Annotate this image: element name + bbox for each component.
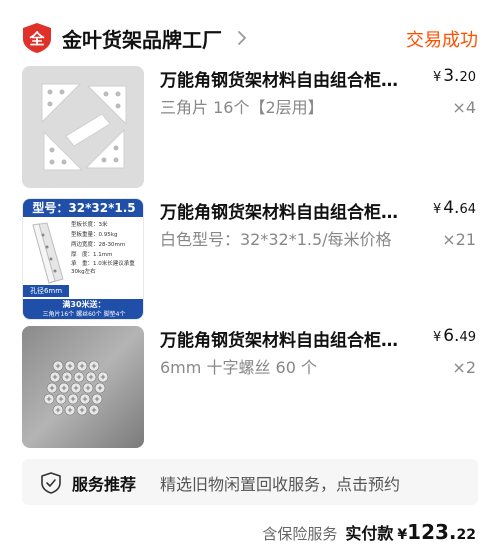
thumb-hole-label: 孔径6mm — [23, 285, 69, 297]
price-integer: 4. — [443, 198, 460, 218]
item-spec: 三角片 16个【2层用】 — [160, 98, 324, 117]
item-price: ¥4.64 — [433, 198, 476, 218]
shop-name[interactable]: 金叶货架品牌工厂 — [62, 24, 222, 53]
thumb-spec-table: 型板长度：3米 型板重量：0.95kg 两边宽度：28-30mm 厚 度：1.1… — [71, 220, 143, 276]
item-spec: 白色型号：32*32*1.5/每米价格 — [160, 230, 392, 249]
item-price: ¥6.49 — [433, 326, 476, 346]
currency-symbol: ¥ — [432, 70, 442, 85]
product-thumbnail-angle-steel[interactable]: 型号：32*32*1.5 型板长度：3米 型板重量：0.95kg 两边宽度：28… — [22, 198, 144, 320]
service-description[interactable]: 精选旧物闲置回收服务，点击预约 — [160, 471, 400, 495]
price-integer: 6. — [443, 326, 460, 346]
thumb-promo-line2: 三角片16个 螺丝60个 脚垫4个 — [42, 311, 126, 318]
thumb-spec-value: 0.95kg — [98, 232, 118, 238]
currency-symbol: ¥ — [432, 202, 442, 217]
item-title[interactable]: 万能角钢货架材料自由组合柜架配件 — [160, 198, 412, 224]
thumb-spec-row: 型板长度：3米 — [71, 220, 143, 230]
item-title[interactable]: 万能角钢货架材料自由组合柜架配件 — [160, 66, 412, 92]
shield-check-icon — [41, 472, 61, 494]
order-item[interactable]: 万能角钢货架材料自由组合柜架配件 三角片 16个【2层用】 ¥3.20 ×4 — [0, 66, 500, 188]
paid-label: 实付款 — [345, 524, 394, 543]
order-status: 交易成功 — [406, 30, 478, 51]
currency-symbol: ¥ — [432, 330, 442, 345]
total-integer: 123. — [407, 520, 457, 544]
service-recommendation-bar[interactable]: 服务推荐 精选旧物闲置回收服务，点击预约 — [22, 459, 478, 505]
order-card: 全 金叶货架品牌工厂 交易成功 万能角钢货架材料自由组合柜架配件 三角片 16个… — [0, 0, 500, 553]
item-quantity: ×4 — [452, 98, 476, 117]
insurance-label: 含保险服务 — [262, 525, 338, 543]
price-decimal: 64 — [459, 202, 476, 217]
shop-logo-text: 全 — [28, 30, 45, 48]
total-currency: ¥ — [397, 527, 408, 543]
price-decimal: 20 — [459, 70, 476, 85]
item-spec: 6mm 十字螺丝 60 个 — [160, 358, 317, 377]
thumb-spec-key: 承 重： — [71, 261, 94, 267]
order-item[interactable]: 万能角钢货架材料自由组合柜架配件 6mm 十字螺丝 60 个 ¥6.49 ×2 — [0, 326, 500, 448]
product-thumbnail-screws[interactable] — [22, 326, 144, 448]
thumb-model-banner: 型号：32*32*1.5 — [23, 199, 143, 217]
thumb-promo-line1: 满30米送： — [62, 300, 106, 309]
price-integer: 3. — [443, 66, 460, 86]
thumb-spec-row: 两边宽度：28-30mm — [71, 240, 143, 250]
order-item[interactable]: 型号：32*32*1.5 型板长度：3米 型板重量：0.95kg 两边宽度：28… — [0, 198, 500, 320]
item-quantity: ×21 — [442, 230, 476, 249]
thumb-spec-row: 承 重：1.0米长建议承重30kg左右 — [71, 260, 143, 276]
item-title[interactable]: 万能角钢货架材料自由组合柜架配件 — [160, 326, 412, 352]
thumb-spec-value: 28-30mm — [98, 242, 126, 248]
screws-image — [22, 326, 144, 448]
shop-logo-icon: 全 — [23, 23, 51, 53]
order-total: 含保险服务 实付款 ¥123. 22 — [262, 520, 476, 544]
thumb-spec-row: 型板重量：0.95kg — [71, 230, 143, 240]
item-quantity: ×2 — [452, 358, 476, 377]
thumb-spec-row: 厚 度：1.1mm — [71, 250, 143, 260]
triangle-bracket-image — [22, 66, 144, 188]
thumb-spec-key: 型板重量： — [71, 232, 99, 238]
product-thumbnail-brackets[interactable] — [22, 66, 144, 188]
angle-steel-image — [32, 222, 64, 284]
thumb-spec-key: 型板长度： — [71, 222, 99, 228]
thumb-spec-key: 两边宽度： — [71, 242, 99, 248]
shop-header[interactable]: 全 金叶货架品牌工厂 交易成功 — [0, 0, 500, 66]
chevron-right-icon[interactable] — [235, 29, 249, 47]
service-title: 服务推荐 — [72, 475, 137, 494]
thumb-spec-value: 3米 — [98, 222, 108, 228]
price-decimal: 49 — [459, 330, 476, 345]
total-decimal: 22 — [456, 527, 476, 543]
item-price: ¥3.20 — [433, 66, 476, 86]
thumb-spec-value: 1.1mm — [93, 252, 113, 258]
thumb-spec-key: 厚 度： — [71, 252, 94, 258]
thumb-promo-banner: 满30米送： 三角片16个 螺丝60个 脚垫4个 — [23, 299, 143, 319]
